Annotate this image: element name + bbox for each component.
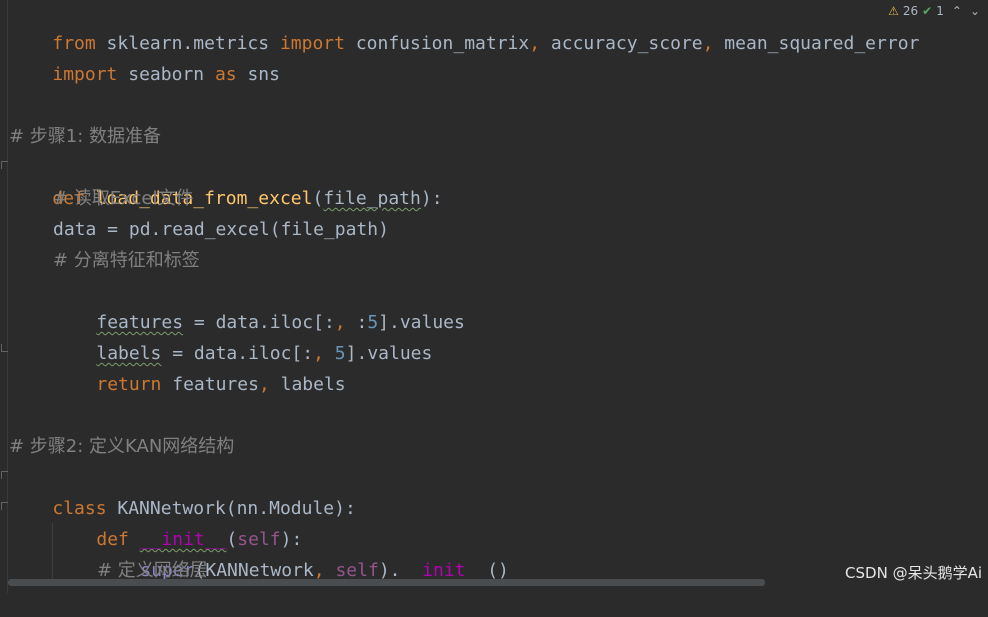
watermark: CSDN @呆头鹅学Ai	[845, 564, 982, 582]
chevron-up-icon[interactable]: ⌃	[952, 0, 962, 22]
code-line: features = data.iloc[:, :5].values	[53, 276, 465, 333]
fold-marker-def[interactable]	[1, 161, 8, 169]
token: labels	[269, 374, 346, 395]
token-comma: ,	[258, 374, 270, 395]
token: seaborn	[117, 64, 215, 85]
warning-icon: ⚠	[888, 4, 899, 18]
code-editor[interactable]: from sklearn.metrics import confusion_ma…	[0, 0, 988, 593]
token: confusion_matrix	[344, 33, 530, 54]
code-line: from sklearn.metrics import confusion_ma…	[9, 0, 919, 54]
code-comment: # 步骤1: 数据准备	[9, 126, 162, 147]
code-line: import seaborn as sns	[9, 28, 280, 85]
token: ).	[378, 560, 401, 581]
inspection-widget[interactable]: ⚠ 26 ✔ 1 ⌃ ⌄	[882, 0, 980, 22]
code-line: labels = data.iloc[:, 5].values	[53, 307, 432, 364]
warnings-count: 26	[902, 4, 919, 18]
token-comma: ,	[702, 33, 714, 54]
chevron-down-icon[interactable]: ⌄	[970, 0, 980, 22]
code-line: class KANNetwork(nn.Module):	[9, 462, 355, 519]
code-line: return features, labels	[53, 338, 345, 395]
token: features	[161, 374, 259, 395]
ok-count: 1	[936, 4, 944, 18]
token-self: self	[335, 560, 379, 581]
token-keyword: return	[96, 374, 162, 395]
token: mean_squared_error	[713, 33, 920, 54]
token: sns	[236, 64, 280, 85]
code-comment: # 分离特征和标签	[53, 250, 200, 271]
fold-marker-class[interactable]	[1, 471, 8, 479]
token-comma: ,	[313, 560, 325, 581]
token: accuracy_score	[540, 33, 703, 54]
token-comma: ,	[529, 33, 541, 54]
token: (KANNetwork	[194, 560, 314, 581]
token: ()	[487, 560, 509, 581]
fold-marker-def-end[interactable]	[1, 344, 8, 352]
fold-marker-init[interactable]	[1, 502, 8, 510]
token-parameter: file_path	[323, 188, 421, 209]
code-comment: # 读取Excel文件	[53, 188, 194, 209]
code-line: super(KANNetwork, self).__init__()	[97, 524, 509, 581]
check-icon: ✔	[922, 4, 933, 18]
token: (	[312, 188, 324, 209]
code-line: def load_data_from_excel(file_path):	[9, 152, 442, 209]
token-keyword: as	[214, 64, 237, 85]
token-magic-method: __init__	[400, 560, 488, 581]
token-keyword: import	[279, 33, 345, 54]
code-line: def __init__(self):	[53, 493, 302, 550]
token: ):	[420, 188, 443, 209]
code-line: data = pd.read_excel(file_path)	[53, 219, 389, 240]
horizontal-scrollbar[interactable]	[8, 579, 765, 586]
code-comment: # 步骤2: 定义KAN网络结构	[9, 436, 235, 457]
token: ].values	[345, 343, 433, 364]
token-keyword: import	[52, 64, 118, 85]
